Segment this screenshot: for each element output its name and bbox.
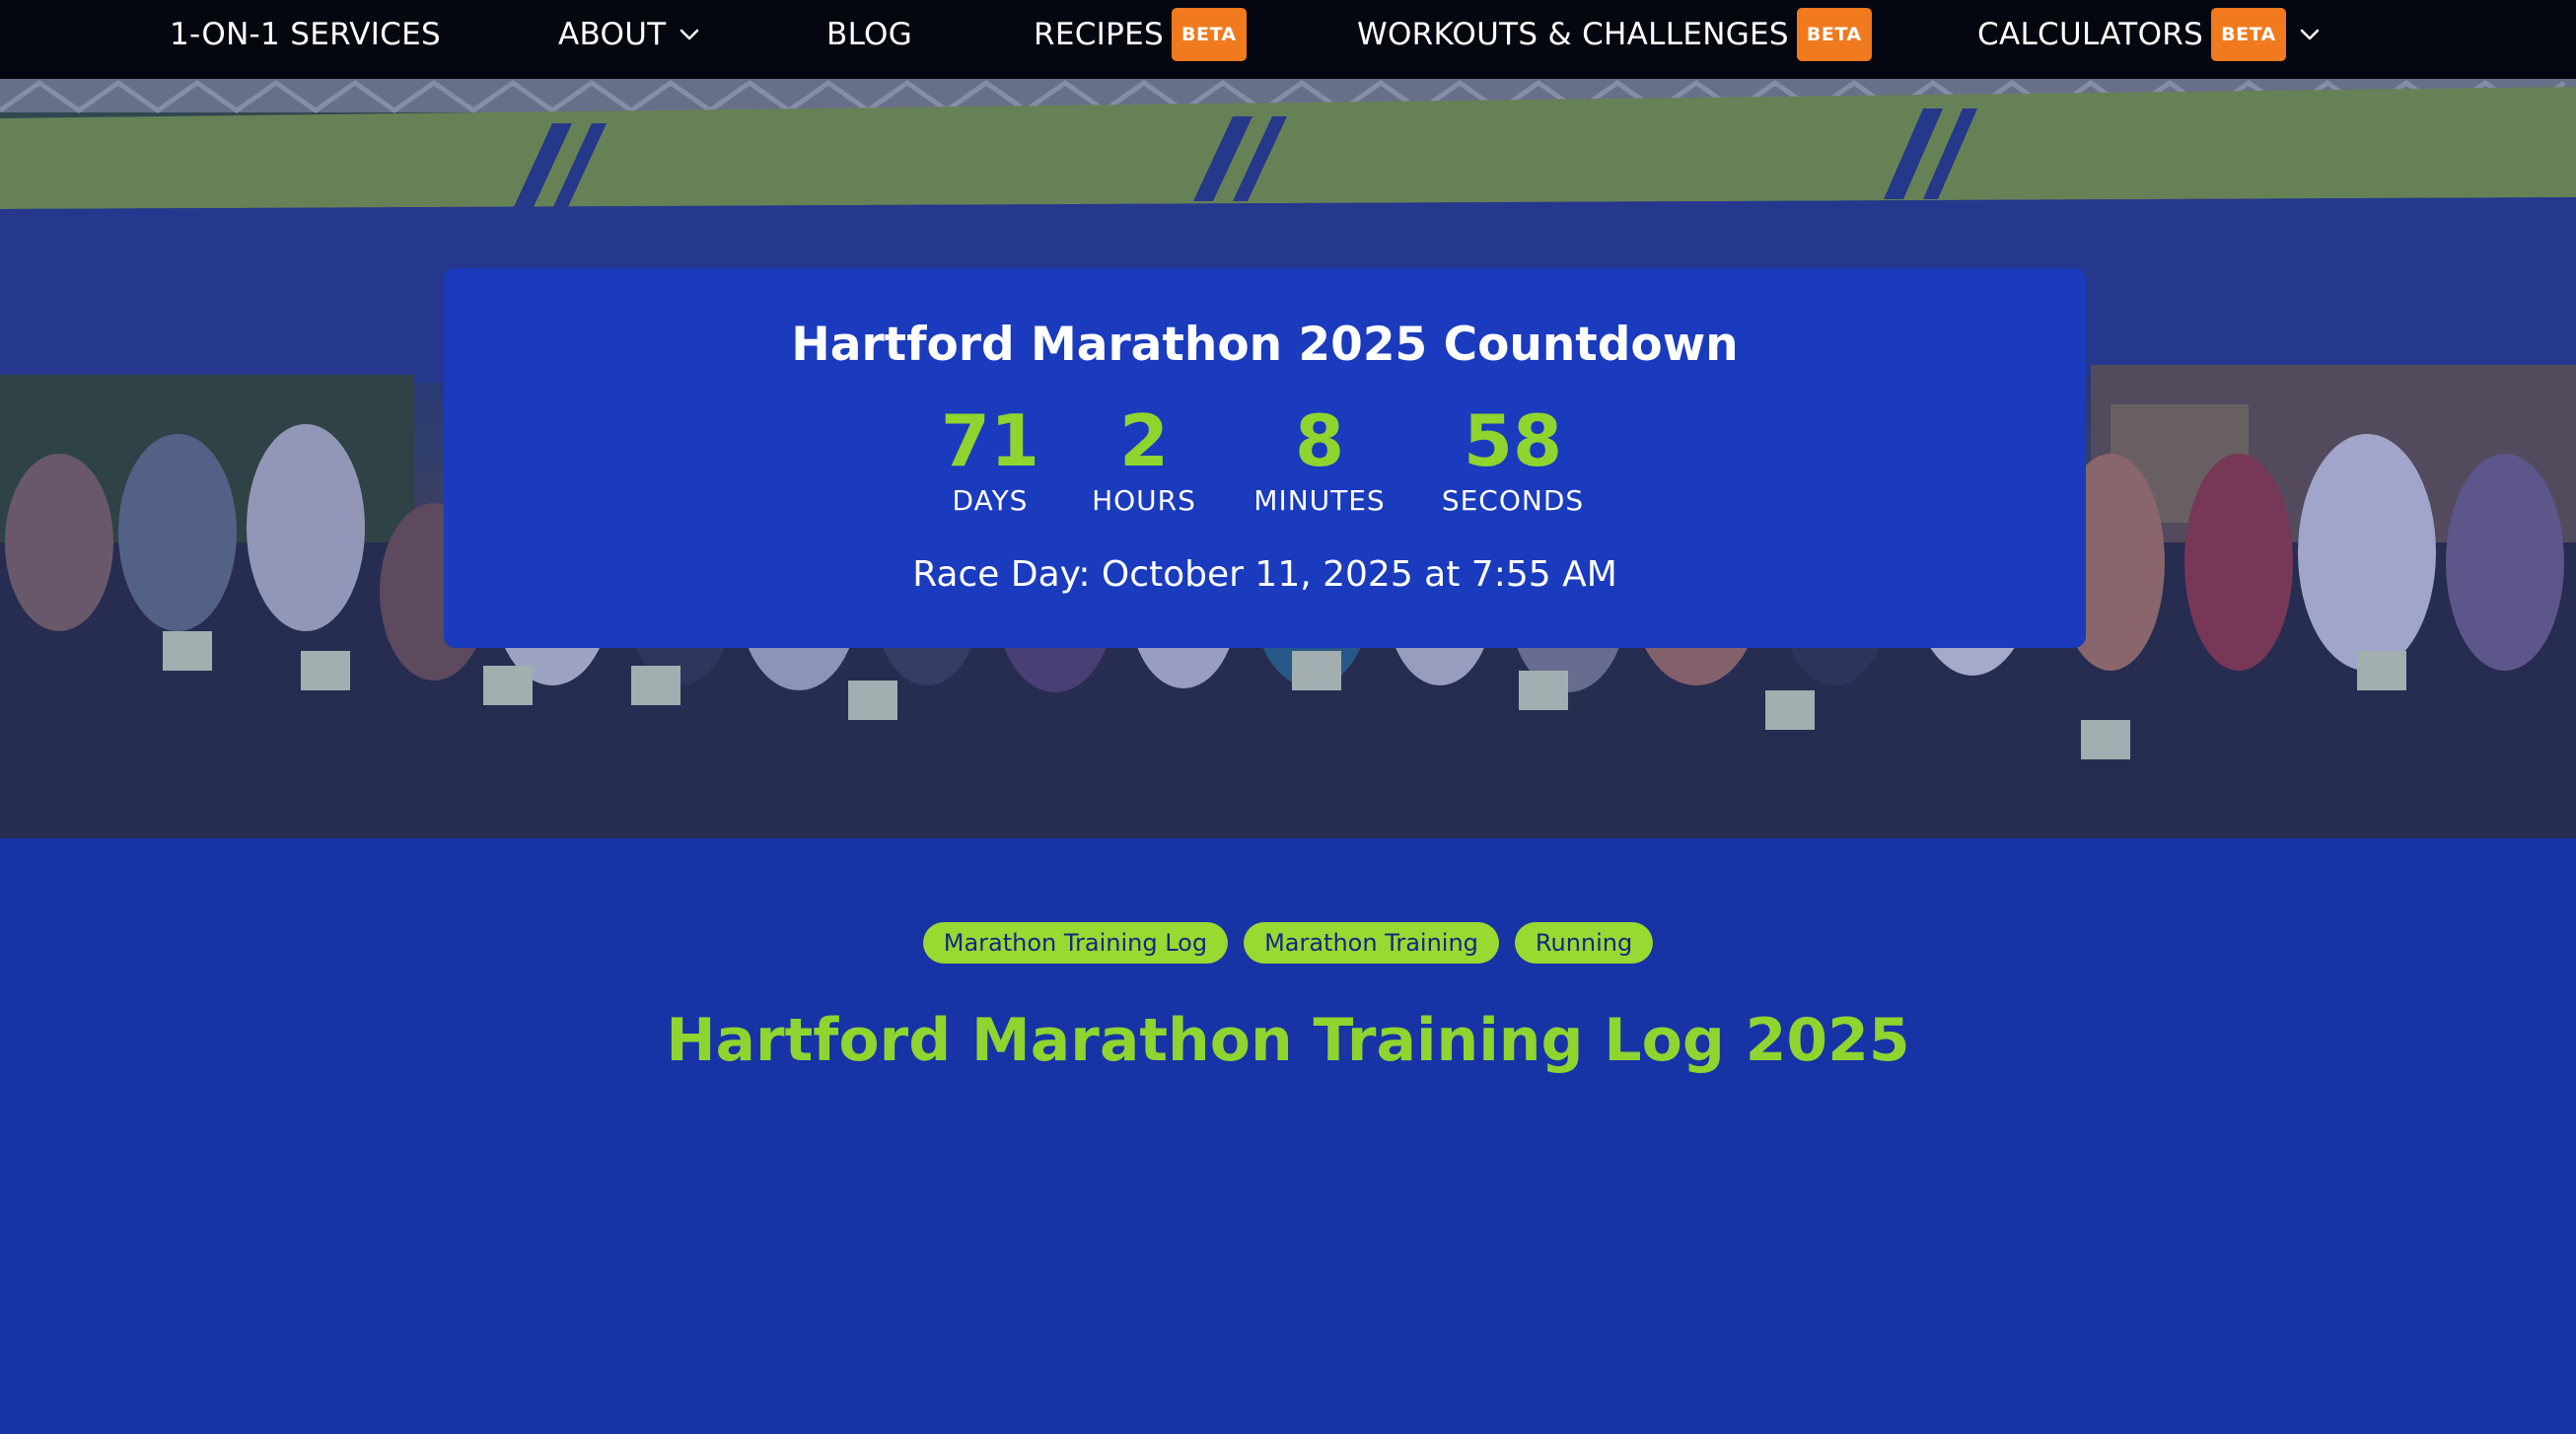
nav-label: RECIPES	[1034, 17, 1164, 52]
beta-badge: BETA	[2211, 8, 2286, 61]
countdown-seconds: 58 SECONDS	[1395, 398, 1631, 519]
nav-label: CALCULATORS	[1977, 17, 2204, 52]
top-navigation: 1-ON-1 SERVICES ABOUT BLOG RECIPES BETA …	[0, 0, 2576, 79]
beta-badge: BETA	[1171, 8, 1247, 61]
tag-marathon-training-log[interactable]: Marathon Training Log	[922, 922, 1229, 964]
beta-badge: BETA	[1796, 8, 1872, 61]
tag-marathon-training[interactable]: Marathon Training	[1244, 922, 1499, 964]
nav-label: ABOUT	[558, 17, 667, 52]
nav-item-blog[interactable]: BLOG	[826, 0, 912, 69]
countdown-card: Hartford Marathon 2025 Countdown 71 DAYS…	[444, 268, 2086, 648]
nav-label: BLOG	[826, 17, 913, 52]
chevron-down-icon	[680, 29, 699, 40]
nav-item-recipes[interactable]: RECIPES BETA	[1034, 0, 1247, 69]
page-title: Hartford Marathon Training Log 2025	[666, 1006, 1910, 1075]
chevron-down-icon	[2300, 29, 2320, 40]
nav-label: WORKOUTS & CHALLENGES	[1357, 17, 1789, 52]
countdown-title: Hartford Marathon 2025 Countdown	[791, 318, 1739, 372]
nav-item-services[interactable]: 1-ON-1 SERVICES	[170, 0, 441, 69]
tag-list: Marathon Training Log Marathon Training …	[0, 922, 2576, 964]
nav-item-workouts[interactable]: WORKOUTS & CHALLENGES BETA	[1357, 0, 1872, 69]
nav-item-about[interactable]: ABOUT	[558, 0, 699, 69]
tag-running[interactable]: Running	[1514, 922, 1654, 964]
nav-label: 1-ON-1 SERVICES	[170, 17, 441, 52]
race-day-text: Race Day: October 11, 2025 at 7:55 AM	[912, 554, 1617, 595]
countdown-value: 58	[1463, 399, 1563, 482]
countdown-label: SECONDS	[1441, 484, 1585, 517]
nav-item-calculators[interactable]: CALCULATORS BETA	[1977, 0, 2320, 69]
